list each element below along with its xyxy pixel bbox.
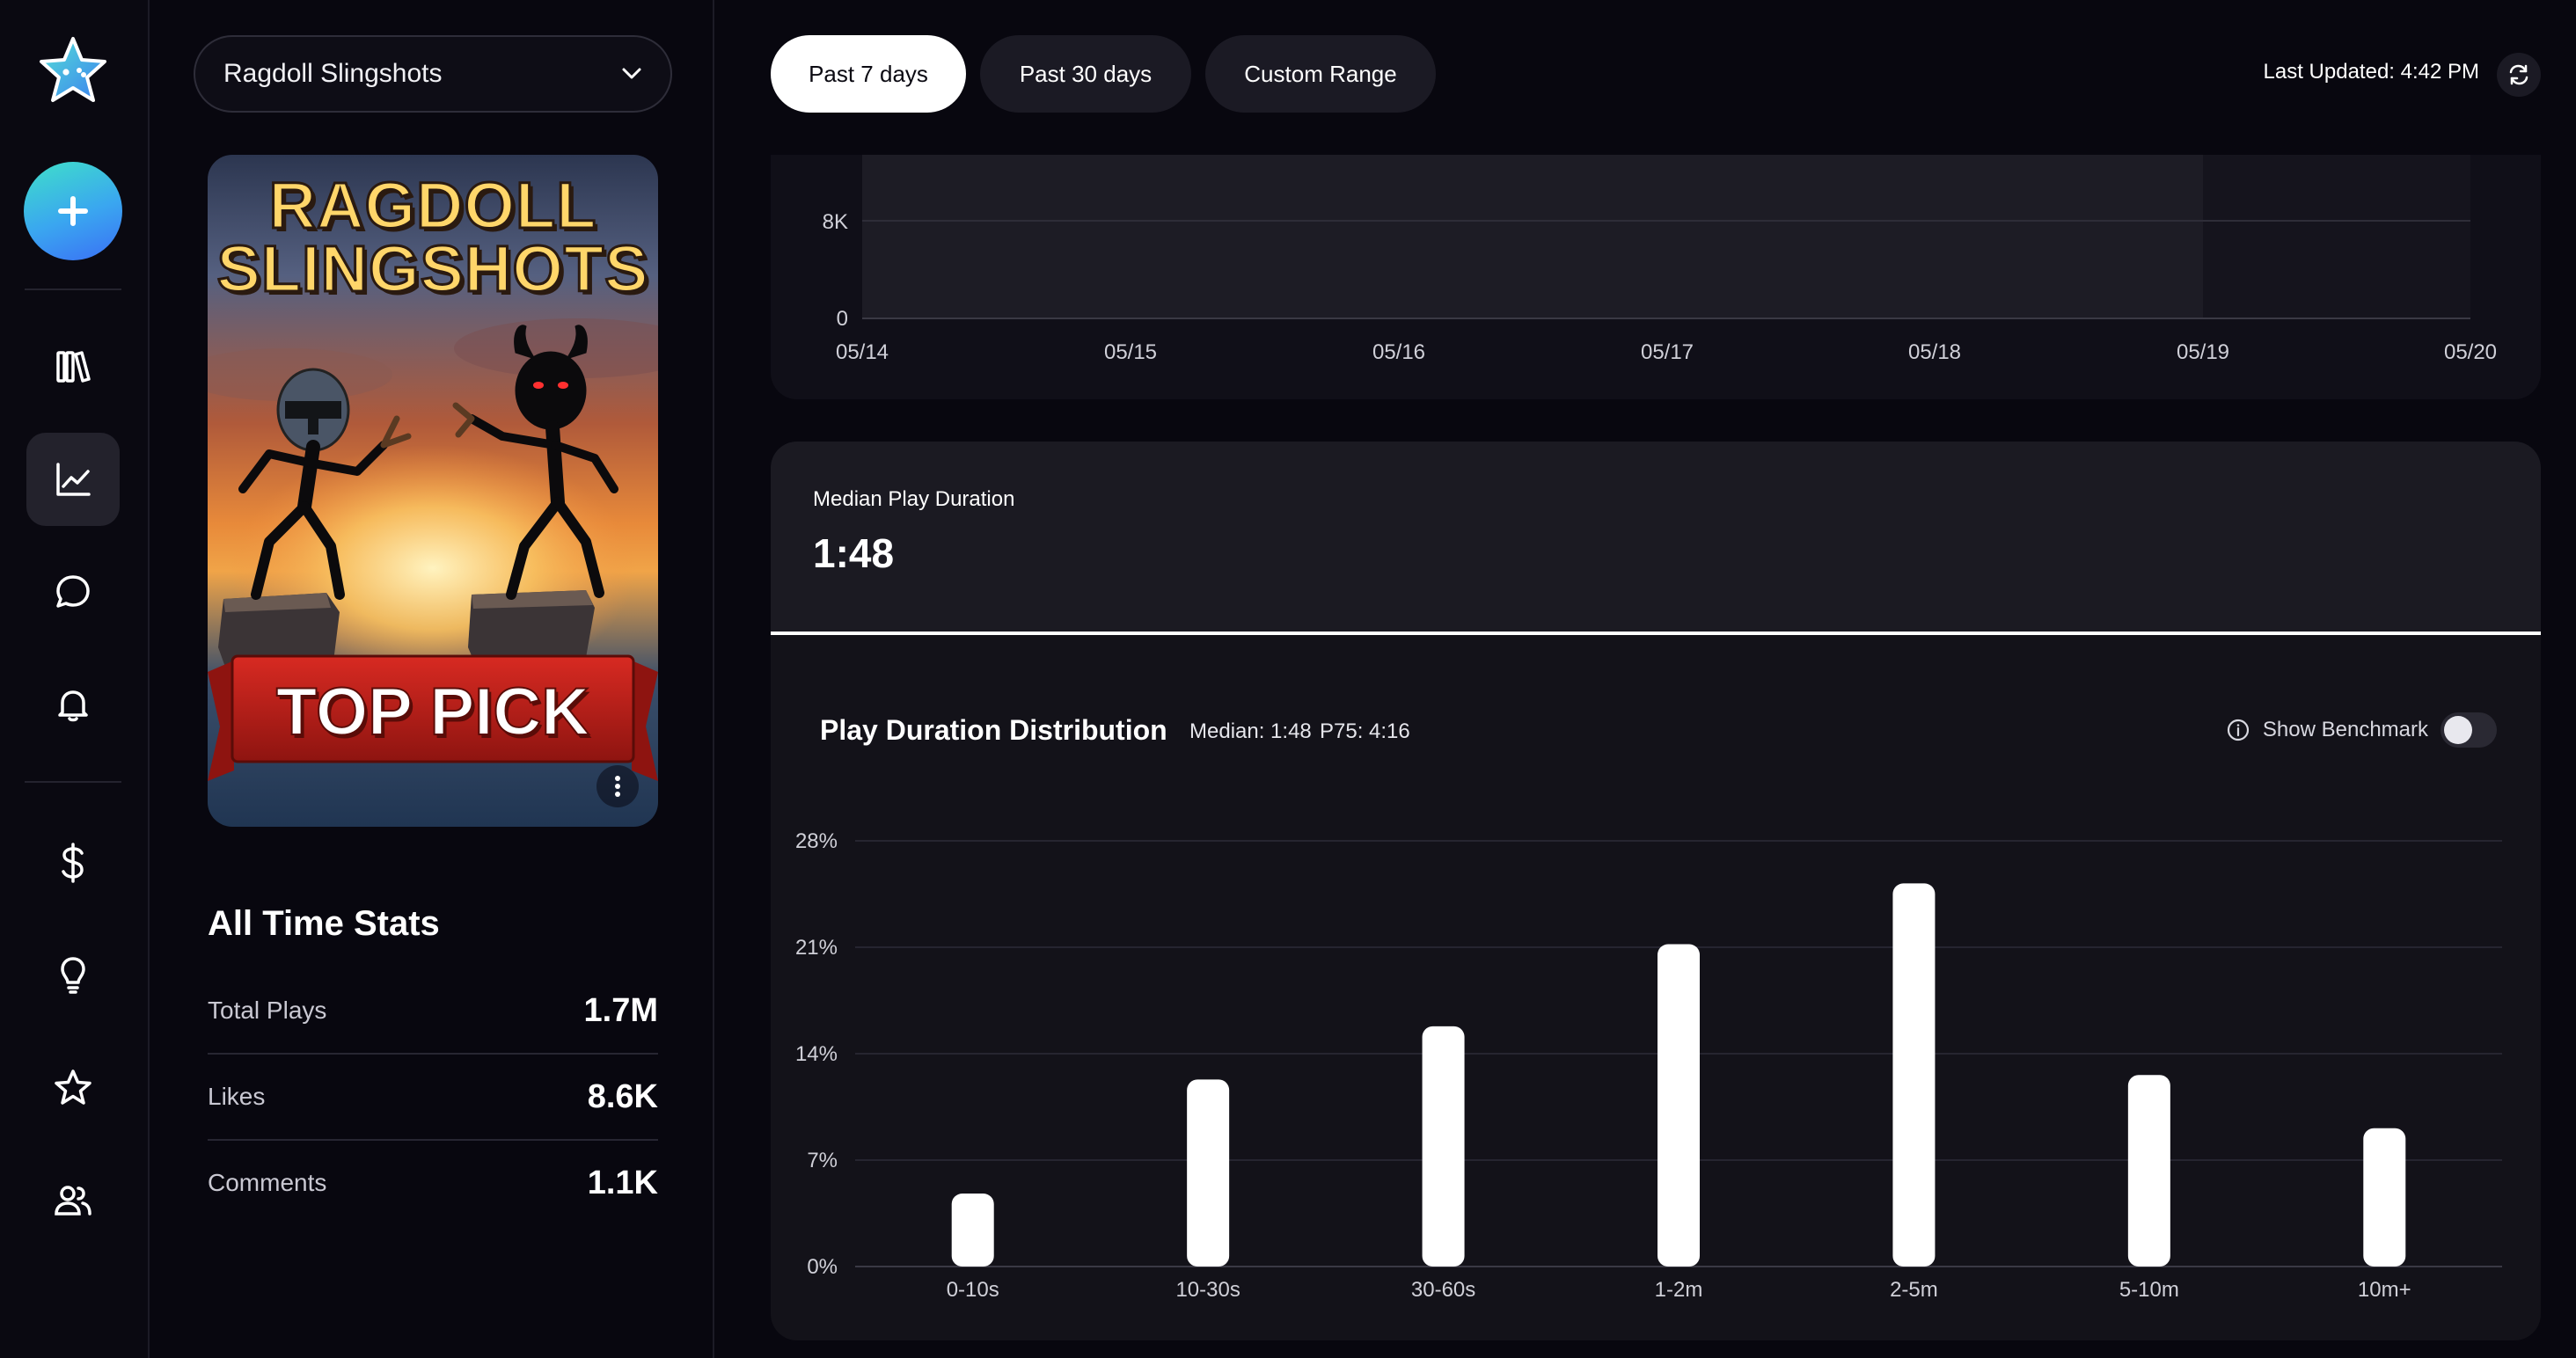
more-vertical-icon (615, 776, 620, 797)
plus-icon (58, 196, 88, 226)
analytics-icon (56, 463, 91, 496)
distribution-title: Play Duration Distribution (820, 714, 1167, 746)
stat-row-total-plays: Total Plays 1.7M (208, 967, 658, 1054)
library-icon (56, 351, 91, 383)
game-panel: Ragdoll Slingshots RAGDOLL SLINGSHOTS TO… (151, 0, 714, 1358)
chevron-down-icon (622, 68, 641, 79)
all-time-stats-title: All Time Stats (208, 904, 440, 943)
stat-row-comments: Comments 1.1K (208, 1140, 658, 1226)
range-past-7-days[interactable]: Past 7 days (771, 35, 966, 113)
plays-over-time-chart: 8K 0 05/14 05/15 05/16 05/17 05/18 05/19… (823, 155, 2497, 364)
users-icon (55, 1186, 91, 1216)
stat-label: Likes (208, 1083, 266, 1110)
bar (1658, 944, 1700, 1267)
play-duration-distribution-card: Play Duration Distribution Median: 1:48 … (771, 635, 2541, 1340)
create-button[interactable] (24, 162, 122, 260)
cover-title-line2: SLINGSHOTS (216, 232, 649, 305)
sidebar-rail (0, 0, 150, 1358)
chat-icon (56, 575, 90, 608)
x-tick-label: 30-60s (1411, 1278, 1475, 1302)
bell-icon (58, 690, 88, 722)
game-cover-image: RAGDOLL SLINGSHOTS TOP PICK (208, 155, 658, 827)
x-tick-label: 05/15 (1104, 340, 1157, 364)
nav-library[interactable] (26, 320, 120, 413)
median-play-duration-card[interactable]: Median Play Duration 1:48 (771, 442, 2541, 633)
dollar-icon (62, 843, 84, 883)
play-duration-distribution-chart: 0% 7% 14% 21% 28% 0-10s 10-30s 30-60s 1-2m 2-5m 5-… (795, 829, 2502, 1302)
bar (2363, 1128, 2406, 1267)
x-tick-label: 5-10m (2119, 1278, 2179, 1302)
stat-label: Comments (208, 1169, 327, 1196)
info-icon[interactable] (2226, 718, 2250, 742)
x-tick-label: 05/14 (836, 340, 889, 364)
nav-community[interactable] (26, 1154, 120, 1247)
chart-area-shade (862, 155, 2203, 318)
plays-over-time-card: 8K 0 05/14 05/15 05/16 05/17 05/18 05/19… (771, 155, 2541, 399)
y-tick-label: 21% (795, 936, 838, 960)
x-tick-label: 05/18 (1908, 340, 1961, 364)
cover-badge: TOP PICK (275, 674, 590, 750)
y-tick-label: 7% (807, 1149, 838, 1172)
star-icon (55, 1070, 91, 1105)
y-tick-label: 14% (795, 1042, 838, 1066)
median-play-duration-value: 1:48 (813, 530, 895, 576)
median-play-duration-label: Median Play Duration (813, 487, 1015, 511)
bar (1422, 1026, 1465, 1267)
bar (1187, 1079, 1230, 1267)
nav-ideas[interactable] (26, 929, 120, 1022)
stat-row-likes: Likes 8.6K (208, 1054, 658, 1140)
nav-analytics[interactable] (26, 433, 120, 526)
nav-messages[interactable] (26, 545, 120, 639)
app-logo-icon[interactable] (35, 33, 111, 109)
y-tick-label: 0% (807, 1255, 838, 1279)
rail-divider (25, 781, 121, 783)
x-tick-label: 1-2m (1655, 1278, 1703, 1302)
x-tick-label: 10-30s (1175, 1278, 1240, 1302)
stat-label: Total Plays (208, 997, 327, 1024)
cover-title-line1: RAGDOLL (267, 169, 597, 242)
stat-value: 1.1K (587, 1164, 658, 1201)
show-benchmark-toggle[interactable] (2441, 712, 2497, 748)
range-past-30-days[interactable]: Past 30 days (980, 35, 1191, 113)
rail-divider (25, 288, 121, 290)
cover-more-button[interactable] (596, 765, 639, 807)
bar (951, 1194, 994, 1267)
refresh-icon (2509, 64, 2528, 85)
stat-value: 8.6K (587, 1077, 658, 1115)
distribution-median: Median: 1:48 (1189, 719, 1312, 743)
y-tick-label: 28% (795, 829, 838, 853)
x-tick-label: 05/19 (2177, 340, 2229, 364)
game-selector-value: Ragdoll Slingshots (223, 59, 443, 88)
nav-favorites[interactable] (26, 1041, 120, 1135)
x-tick-label: 10m+ (2358, 1278, 2411, 1302)
nav-monetization[interactable] (26, 816, 120, 909)
y-tick-label: 0 (837, 307, 848, 331)
show-benchmark-control: Show Benchmark (2226, 712, 2497, 748)
cover-title: RAGDOLL SLINGSHOTS (208, 169, 658, 305)
x-tick-label: 05/20 (2444, 340, 2497, 364)
x-tick-label: 05/17 (1641, 340, 1694, 364)
distribution-p75: P75: 4:16 (1320, 719, 1410, 743)
chart-area-shade-partial (2203, 155, 2470, 318)
last-updated-text: Last Updated: 4:42 PM (2263, 60, 2479, 84)
show-benchmark-label: Show Benchmark (2262, 718, 2428, 741)
lightbulb-icon (61, 957, 85, 994)
bar (2127, 1075, 2170, 1267)
bar (1892, 883, 1936, 1267)
nav-notifications[interactable] (26, 658, 120, 751)
refresh-button[interactable] (2497, 53, 2541, 97)
x-tick-label: 2-5m (1890, 1278, 1938, 1302)
toggle-knob (2444, 716, 2472, 744)
x-tick-label: 0-10s (947, 1278, 999, 1302)
range-custom[interactable]: Custom Range (1205, 35, 1436, 113)
game-selector-dropdown[interactable]: Ragdoll Slingshots (194, 35, 672, 113)
x-tick-label: 05/16 (1372, 340, 1425, 364)
stat-value: 1.7M (583, 991, 658, 1029)
y-tick-label: 8K (823, 210, 848, 234)
